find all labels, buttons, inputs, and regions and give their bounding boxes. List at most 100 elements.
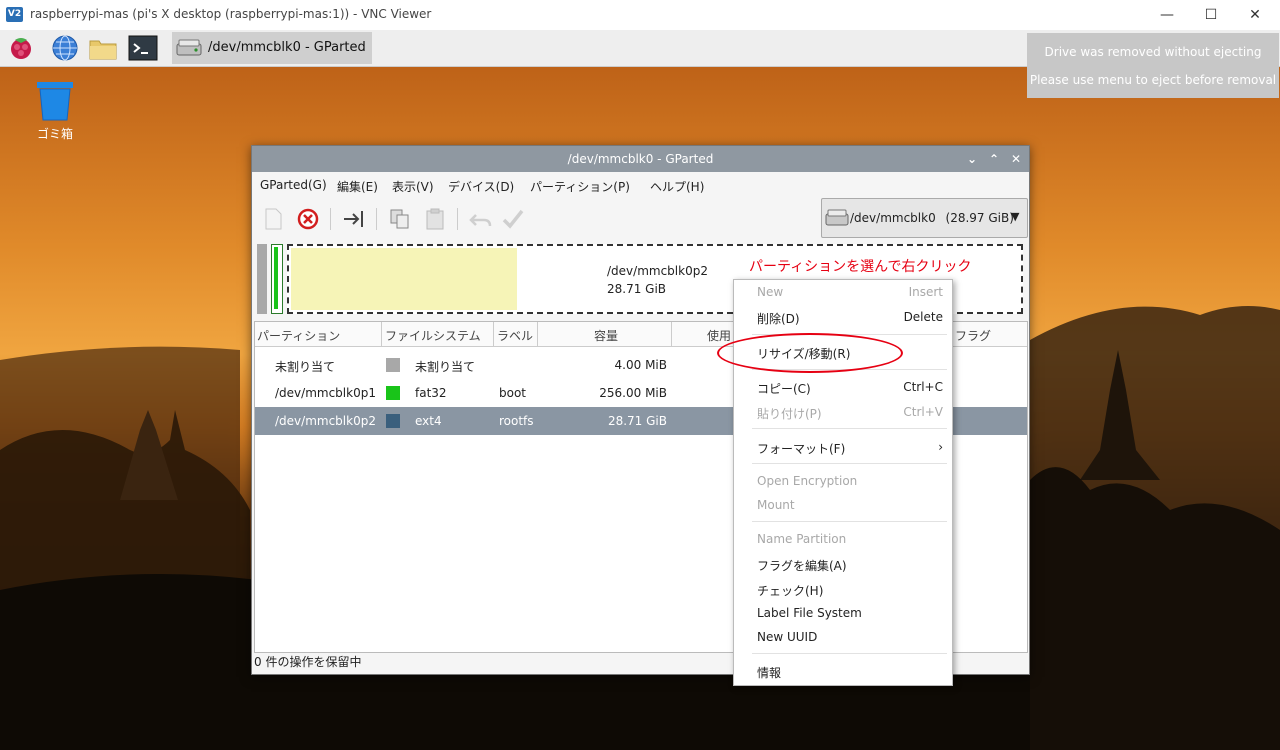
- toolbar-separator: [376, 208, 377, 230]
- menu-item-label: Mount: [757, 498, 795, 512]
- minimize-icon[interactable]: —: [1154, 4, 1180, 26]
- menu-item-label: コピー(C): [757, 382, 811, 396]
- menu-device[interactable]: デバイス(D): [448, 178, 514, 195]
- submenu-arrow-icon: ›: [938, 440, 943, 454]
- menu-item-mount[interactable]: Mount: [734, 495, 952, 517]
- row-partition: /dev/mmcblk0p1: [275, 386, 376, 400]
- menu-item-shortcut: Delete: [903, 310, 943, 324]
- column-header-filesystem[interactable]: ファイルシステム: [385, 327, 481, 344]
- gparted-window-title: /dev/mmcblk0 - GParted: [567, 152, 714, 166]
- column-divider: [493, 322, 494, 346]
- column-divider: [381, 322, 382, 346]
- column-header-flags[interactable]: フラグ: [955, 327, 991, 344]
- menu-item-label: New: [757, 285, 784, 299]
- menu-item-new[interactable]: New Insert: [734, 282, 952, 304]
- menu-item-check[interactable]: チェック(H): [734, 579, 952, 601]
- row-filesystem: ext4: [415, 414, 442, 428]
- status-bar: 0 件の操作を保留中: [254, 655, 362, 669]
- menu-item-shortcut: Ctrl+C: [903, 380, 943, 394]
- row-label: boot: [499, 386, 527, 400]
- menu-item-label: New UUID: [757, 630, 818, 644]
- notification-line-2: Please use menu to eject before removal: [1029, 73, 1277, 87]
- window-maximize-icon[interactable]: ⌃: [986, 151, 1002, 167]
- delete-partition-icon[interactable]: [295, 206, 321, 232]
- highlight-ellipse: [717, 333, 903, 373]
- toolbar-separator: [457, 208, 458, 230]
- eject-notification[interactable]: Drive was removed without ejecting Pleas…: [1027, 33, 1279, 98]
- menu-item-edit-flags[interactable]: フラグを編集(A): [734, 554, 952, 576]
- menu-item-label: 情報: [757, 666, 782, 680]
- column-header-partition[interactable]: パーティション: [257, 327, 340, 344]
- close-icon[interactable]: ✕: [1242, 4, 1268, 26]
- row-size: 4.00 MiB: [614, 358, 667, 372]
- row-label: rootfs: [499, 414, 534, 428]
- row-filesystem: fat32: [415, 386, 447, 400]
- paste-icon[interactable]: [422, 206, 448, 232]
- menu-item-label: Name Partition: [757, 532, 847, 546]
- menu-item-format[interactable]: フォーマット(F) ›: [734, 437, 952, 459]
- annotation-text: パーティションを選んで右クリック: [749, 259, 972, 275]
- undo-icon[interactable]: [468, 206, 494, 232]
- menu-item-copy[interactable]: コピー(C) Ctrl+C: [734, 377, 952, 399]
- column-header-size[interactable]: 容量: [594, 327, 618, 344]
- map-ext4-name: /dev/mmcblk0p2: [607, 264, 708, 278]
- menu-item-delete[interactable]: 削除(D) Delete: [734, 307, 952, 329]
- trash-bin-icon: [37, 82, 73, 121]
- menu-separator: [752, 521, 947, 522]
- menu-item-label-file-system[interactable]: Label File System: [734, 603, 952, 625]
- menu-item-information[interactable]: 情報: [734, 661, 952, 683]
- menu-item-paste[interactable]: 貼り付け(P) Ctrl+V: [734, 402, 952, 424]
- gparted-title-bar[interactable]: /dev/mmcblk0 - GParted ⌄ ⌃ ✕: [252, 146, 1029, 172]
- vnc-logo-icon: V2: [6, 7, 23, 22]
- device-name: /dev/mmcblk0: [850, 211, 936, 225]
- map-fat32-fill: [274, 247, 278, 309]
- taskbar-gparted-task[interactable]: /dev/mmcblk0 - GParted: [172, 32, 372, 64]
- copy-icon[interactable]: [387, 206, 413, 232]
- window-close-icon[interactable]: ✕: [1008, 151, 1024, 167]
- fs-color-swatch: [386, 414, 400, 428]
- menu-gparted[interactable]: GParted(G): [260, 178, 327, 192]
- map-ext4-size: 28.71 GiB: [607, 282, 667, 296]
- menu-item-label: フォーマット(F): [757, 442, 846, 456]
- menu-item-shortcut: Insert: [908, 285, 943, 299]
- resize-move-icon[interactable]: [341, 206, 367, 232]
- column-header-label[interactable]: ラベル: [497, 327, 533, 344]
- menu-item-label: 貼り付け(P): [757, 407, 822, 421]
- menu-item-new-uuid[interactable]: New UUID: [734, 627, 952, 649]
- menu-item-label: チェック(H): [757, 584, 824, 598]
- row-partition: 未割り当て: [275, 360, 336, 374]
- menu-item-open-encryption[interactable]: Open Encryption: [734, 471, 952, 493]
- new-partition-icon[interactable]: [260, 206, 286, 232]
- desktop-trash[interactable]: ゴミ箱: [30, 80, 80, 142]
- device-selector-label: /dev/mmcblk0 (28.97 GiB): [850, 211, 1014, 225]
- menu-separator: [752, 463, 947, 464]
- fs-color-swatch: [386, 358, 400, 372]
- menu-item-name-partition[interactable]: Name Partition: [734, 529, 952, 551]
- menu-help[interactable]: ヘルプ(H): [650, 178, 704, 195]
- web-browser-icon[interactable]: [50, 33, 80, 63]
- menu-bar: GParted(G) 編集(E) 表示(V) デバイス(D) パーティション(P…: [252, 173, 1029, 197]
- taskbar-task-label: /dev/mmcblk0 - GParted: [208, 40, 366, 55]
- chevron-down-icon: ▼: [1011, 210, 1020, 223]
- fs-color-swatch: [386, 386, 400, 400]
- row-size: 256.00 MiB: [599, 386, 667, 400]
- device-selector[interactable]: /dev/mmcblk0 (28.97 GiB) ▼: [821, 198, 1028, 238]
- menu-partition[interactable]: パーティション(P): [530, 178, 630, 195]
- window-minimize-icon[interactable]: ⌄: [964, 151, 980, 167]
- maximize-icon[interactable]: ☐: [1198, 4, 1224, 26]
- apply-icon[interactable]: [500, 206, 526, 232]
- vnc-window-title: raspberrypi-mas (pi's X desktop (raspber…: [30, 7, 432, 21]
- raspberry-menu-icon[interactable]: [6, 33, 36, 63]
- trash-label: ゴミ箱: [36, 127, 73, 141]
- menu-separator: [752, 428, 947, 429]
- map-unallocated-block[interactable]: [257, 244, 267, 314]
- column-header-used[interactable]: 使用: [707, 327, 731, 344]
- menu-view[interactable]: 表示(V): [392, 178, 434, 195]
- menu-item-label: 削除(D): [757, 312, 800, 326]
- terminal-icon[interactable]: [128, 33, 158, 63]
- column-divider: [671, 322, 672, 346]
- map-fat32-block[interactable]: [271, 244, 283, 314]
- menu-edit[interactable]: 編集(E): [337, 178, 378, 195]
- column-divider: [537, 322, 538, 346]
- file-manager-icon[interactable]: [88, 33, 118, 63]
